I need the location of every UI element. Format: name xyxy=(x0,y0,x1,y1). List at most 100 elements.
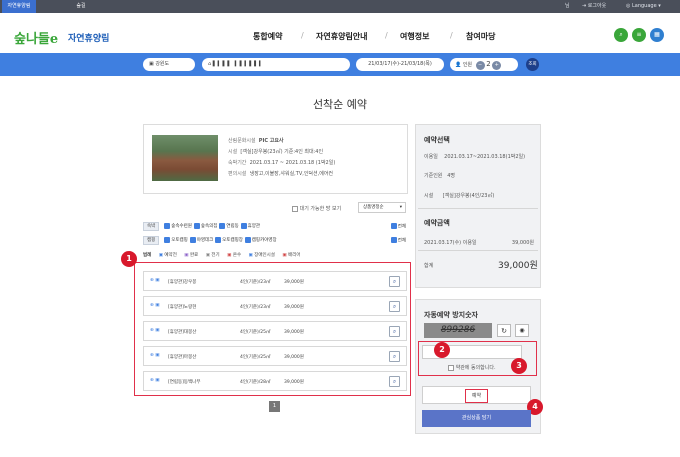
table-row[interactable]: ⊕ ▣ [휴양관]노랑현 4인(기준)/23㎡ 39,000원 ⌕ xyxy=(143,296,407,316)
filter-option[interactable]: 연립동 xyxy=(219,222,239,229)
logout-link[interactable]: ⇥ 로그아웃 xyxy=(582,0,606,13)
search-button[interactable]: 조회 xyxy=(526,58,539,71)
legend-item: ▣ 온수 xyxy=(227,253,242,258)
location-icon: ⌂ xyxy=(208,61,212,67)
nav-separator: / xyxy=(301,31,304,40)
refresh-icon[interactable]: ↻ xyxy=(497,324,511,337)
reserve-button[interactable]: 예약 xyxy=(464,389,489,403)
table-row[interactable]: ⊕ ▣ [휴양관]마봉산 4인(기준)/25㎡ 39,000원 ⌕ xyxy=(143,346,407,366)
search-icon[interactable]: ⌕ xyxy=(389,376,400,387)
add-wishlist-button[interactable]: 관심상품 담기 xyxy=(422,410,531,427)
available-only-toggle[interactable]: 대기 가능한 방 보기 xyxy=(292,205,341,212)
agree-label: 약관에 동의합니다. xyxy=(455,365,496,371)
filter-row-lodging: 숙박 숲속수련원 숲속의집 연립동 휴양관 전체 xyxy=(143,222,408,233)
info-label: 시설 xyxy=(228,149,238,155)
filter-tag: 숙박 xyxy=(143,222,160,231)
nav-travel-info[interactable]: 여행정보 xyxy=(400,31,429,42)
room-capacity: 4인(기준)/28㎡ xyxy=(240,380,271,385)
tab-forest-trail[interactable]: 숲길 xyxy=(66,0,96,13)
info-value: 2021.03.17 ~ 2021.03.18 (1박2일) xyxy=(249,160,336,166)
people-stepper[interactable]: 👤 인원 − 2 + xyxy=(450,58,518,71)
checkbox[interactable] xyxy=(292,205,298,212)
selection-title: 예약선택 xyxy=(424,136,450,144)
room-price: 39,000원 xyxy=(284,380,304,385)
selection-label: 이용일 xyxy=(424,154,438,160)
filter-option[interactable]: 휴양관 xyxy=(240,222,260,229)
facility-photo xyxy=(152,135,218,181)
table-row[interactable]: ⊕ ▣ [휴양관]대봉산 4인(기준)/25㎡ 39,000원 ⌕ xyxy=(143,321,407,341)
filter-all[interactable]: 전체 xyxy=(390,223,406,230)
logout-label: 로그아웃 xyxy=(587,3,607,9)
sort-value: 상품명정순 xyxy=(363,205,384,210)
room-type-icon: ⊕ ▣ xyxy=(150,278,160,283)
filter-all[interactable]: 전체 xyxy=(390,237,406,244)
filter-option[interactable]: 오토캠핑 xyxy=(164,236,188,243)
logo-mark[interactable]: 숲나들e xyxy=(14,28,58,47)
filter-option[interactable]: 숲속의집 xyxy=(193,222,217,229)
calendar-icon: ▣ xyxy=(149,61,154,67)
people-label: 인원 xyxy=(462,62,473,68)
menu-grid-icon[interactable]: ▦ xyxy=(650,28,664,42)
selection-value: 2021.03.17~2021.03.18(1박2일) xyxy=(444,154,526,160)
nav-separator: / xyxy=(385,31,388,40)
chevron-down-icon: ▾ xyxy=(399,205,402,210)
agree-checkbox[interactable]: 약관에 동의합니다. xyxy=(448,364,496,371)
table-row[interactable]: ⊕ ▣ [연립동]동백나무 4인(기준)/28㎡ 39,000원 ⌕ xyxy=(143,371,407,391)
pagination-page[interactable]: 1 xyxy=(269,401,280,412)
legend-item: ▣ 예약전 xyxy=(158,253,177,258)
info-row-period: 숙박기간 2021.03.17 ~ 2021.03.18 (1박2일) xyxy=(228,159,335,166)
annotation-badge: 2 xyxy=(434,342,450,358)
filter-tag: 캠핑 xyxy=(143,236,160,245)
audio-icon[interactable]: ◉ xyxy=(515,324,529,337)
nav-participation[interactable]: 참여마당 xyxy=(466,31,495,42)
chevron-down-icon: ▾ xyxy=(658,3,661,9)
legend-item: ▣ 완료 xyxy=(184,253,199,258)
search-icon[interactable]: ⌕ xyxy=(389,326,400,337)
room-type-icon: ⊕ ▣ xyxy=(150,353,160,358)
plus-button[interactable]: + xyxy=(492,61,502,70)
annotation-badge: 3 xyxy=(511,358,527,374)
search-icon[interactable]: ⌕ xyxy=(389,351,400,362)
person-icon: 👤 xyxy=(455,62,462,68)
selection-row: 기준인원 4명 xyxy=(424,172,455,179)
table-row[interactable]: ⊕ ▣ [휴양관]강우봉 4인(기준)/23㎡ 39,000원 ⌕ xyxy=(143,271,407,291)
nav-forest-guide[interactable]: 자연휴양림안내 xyxy=(316,31,368,42)
forest-select[interactable]: ⌂ ▌▍▌▌ ▍▌▍▌▌▍ xyxy=(202,58,350,71)
nav-separator: / xyxy=(450,31,453,40)
room-name: [휴양관]마봉산 xyxy=(168,355,197,360)
legend-label: 범례 xyxy=(143,253,152,258)
divider xyxy=(418,208,538,209)
info-label: 숙박기간 xyxy=(228,160,247,166)
language-select[interactable]: ◎ Language ▾ xyxy=(626,0,661,13)
search-icon[interactable]: ⌕ xyxy=(389,301,400,312)
room-price: 39,000원 xyxy=(284,305,304,310)
sort-select[interactable]: 상품명정순 ▾ xyxy=(358,202,406,213)
annotation-badge: 1 xyxy=(121,251,137,267)
filter-option[interactable]: 숲속수련원 xyxy=(164,222,192,229)
minus-button[interactable]: − xyxy=(475,61,485,70)
legend-item: ▣ 배리어 xyxy=(282,253,301,258)
filter-option[interactable]: 오토캠핑장 xyxy=(215,236,243,243)
amount-value: 39,000원 xyxy=(511,240,534,246)
logo-text[interactable]: 자연휴양림 xyxy=(68,31,109,44)
nav-integrated-reservation[interactable]: 통합예약 xyxy=(253,31,282,42)
tab-recreation-forest[interactable]: 자연휴양림 xyxy=(2,0,36,13)
sitemap-icon[interactable]: ≡ xyxy=(632,28,646,42)
divider xyxy=(418,250,538,251)
search-icon[interactable]: ⌕ xyxy=(389,276,400,287)
room-type-icon: ⊕ ▣ xyxy=(150,303,160,308)
room-list: ⊕ ▣ [휴양관]강우봉 4인(기준)/23㎡ 39,000원 ⌕ ⊕ ▣ [휴… xyxy=(143,271,407,391)
filter-option[interactable]: 캠핑카야영장 xyxy=(244,236,277,243)
checkbox[interactable] xyxy=(448,364,454,371)
room-capacity: 4인(기준)/23㎡ xyxy=(240,280,271,285)
date-range-input[interactable]: 21/03/17(수)-21/03/18(목) xyxy=(356,58,444,71)
info-label: 산림문화시설 xyxy=(228,138,256,144)
region-select[interactable]: ▣ 강원도 xyxy=(143,58,195,71)
reserve-button-frame[interactable]: 예약 xyxy=(422,386,531,404)
language-label: Language xyxy=(631,3,657,9)
filter-option[interactable]: 야영데크 xyxy=(189,236,213,243)
captcha-title: 자동예약 방지숫자 xyxy=(424,311,478,319)
selection-row: 이용일 2021.03.17~2021.03.18(1박2일) xyxy=(424,153,525,160)
search-icon[interactable]: ⌕ xyxy=(614,28,628,42)
filter-row-camping: 캠핑 오토캠핑 야영데크 오토캠핑장 캠핑카야영장 전체 xyxy=(143,236,408,247)
